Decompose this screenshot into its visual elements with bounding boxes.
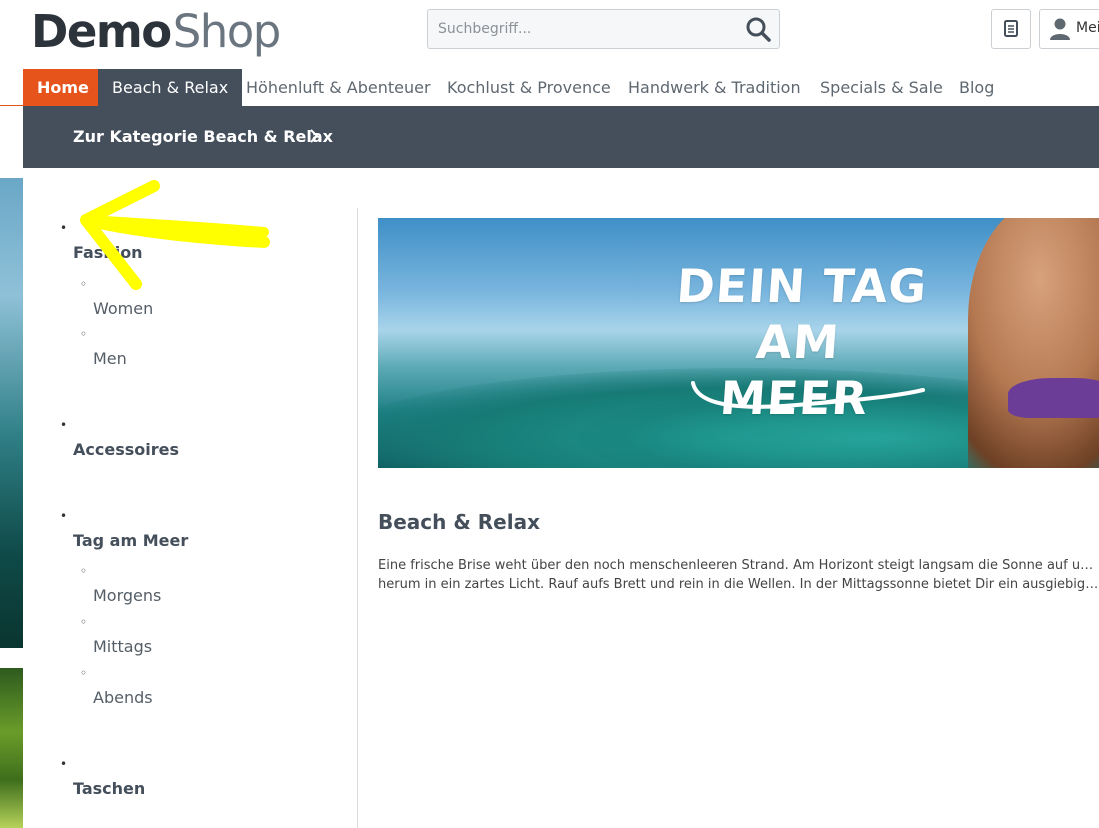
search-icon xyxy=(746,17,771,42)
banner-person xyxy=(968,218,1099,468)
background-image-strip xyxy=(0,668,23,828)
notepad-button[interactable] xyxy=(991,9,1031,49)
notepad-icon xyxy=(1004,20,1018,37)
nav-item-specials-sale[interactable]: Specials & Sale xyxy=(806,69,957,106)
chevron-right-icon[interactable] xyxy=(309,128,319,144)
category-dropdown-bar: Zur Kategorie Beach & Relax xyxy=(23,106,1099,168)
nav-item-home[interactable]: Home xyxy=(23,69,103,106)
subcategory-mittags[interactable]: Mittags xyxy=(93,637,152,656)
description-line: herum in ein zartes Licht. Rauf aufs Bre… xyxy=(378,577,1099,592)
category-tag-am-meer[interactable]: Tag am Meer xyxy=(73,531,188,550)
category-title: Beach & Relax xyxy=(378,510,540,534)
list-bullet: ◦ xyxy=(80,666,88,680)
nav-accent-line xyxy=(0,105,23,106)
category-sidebar xyxy=(23,168,357,828)
site-header: DemoShop Mei xyxy=(0,0,1099,68)
subcategory-morgens[interactable]: Morgens xyxy=(93,586,161,605)
category-description: Eine frische Brise weht über den noch me… xyxy=(378,556,1099,594)
banner-headline-line1: DEIN TAG AM xyxy=(674,259,930,369)
subcategory-abends[interactable]: Abends xyxy=(93,688,153,707)
search-input[interactable] xyxy=(428,10,728,48)
logo-demo-text: Demo xyxy=(31,5,172,58)
sidebar-divider xyxy=(357,208,358,828)
list-bullet: • xyxy=(60,221,68,235)
category-link[interactable]: Zur Kategorie Beach & Relax xyxy=(73,127,333,146)
account-button[interactable]: Mei xyxy=(1039,9,1099,49)
shop-logo[interactable]: DemoShop xyxy=(31,4,282,60)
list-bullet: ◦ xyxy=(80,277,88,291)
subcategory-women[interactable]: Women xyxy=(93,299,153,318)
user-icon xyxy=(1050,18,1070,40)
search-button[interactable] xyxy=(743,14,773,44)
banner-swimwear xyxy=(1008,378,1099,418)
nav-item-beach-relax[interactable]: Beach & Relax xyxy=(98,69,243,106)
list-bullet: ◦ xyxy=(80,564,88,578)
banner-swoosh xyxy=(691,381,925,409)
list-bullet: • xyxy=(60,757,68,771)
subcategory-men[interactable]: Men xyxy=(93,349,127,368)
category-banner[interactable]: DEIN TAG AM MEER xyxy=(378,218,1099,468)
list-bullet: ◦ xyxy=(80,327,88,341)
background-image-strip xyxy=(0,178,23,648)
search-form xyxy=(427,9,780,49)
logo-shop-text: Shop xyxy=(172,5,282,58)
category-fashion[interactable]: Fashion xyxy=(73,243,143,262)
nav-item-kochlust-provence[interactable]: Kochlust & Provence xyxy=(433,69,625,106)
nav-item-handwerk-tradition[interactable]: Handwerk & Tradition xyxy=(614,69,815,106)
list-bullet: • xyxy=(60,509,68,523)
account-label: Mei xyxy=(1076,20,1099,36)
nav-item-hoehenluft-abenteuer[interactable]: Höhenluft & Abenteuer xyxy=(232,69,445,106)
nav-item-blog[interactable]: Blog xyxy=(945,69,1008,106)
category-taschen[interactable]: Taschen xyxy=(73,779,145,798)
description-line: Eine frische Brise weht über den noch me… xyxy=(378,558,1099,573)
category-accessoires[interactable]: Accessoires xyxy=(73,440,179,459)
list-bullet: ◦ xyxy=(80,615,88,629)
list-bullet: • xyxy=(60,418,68,432)
